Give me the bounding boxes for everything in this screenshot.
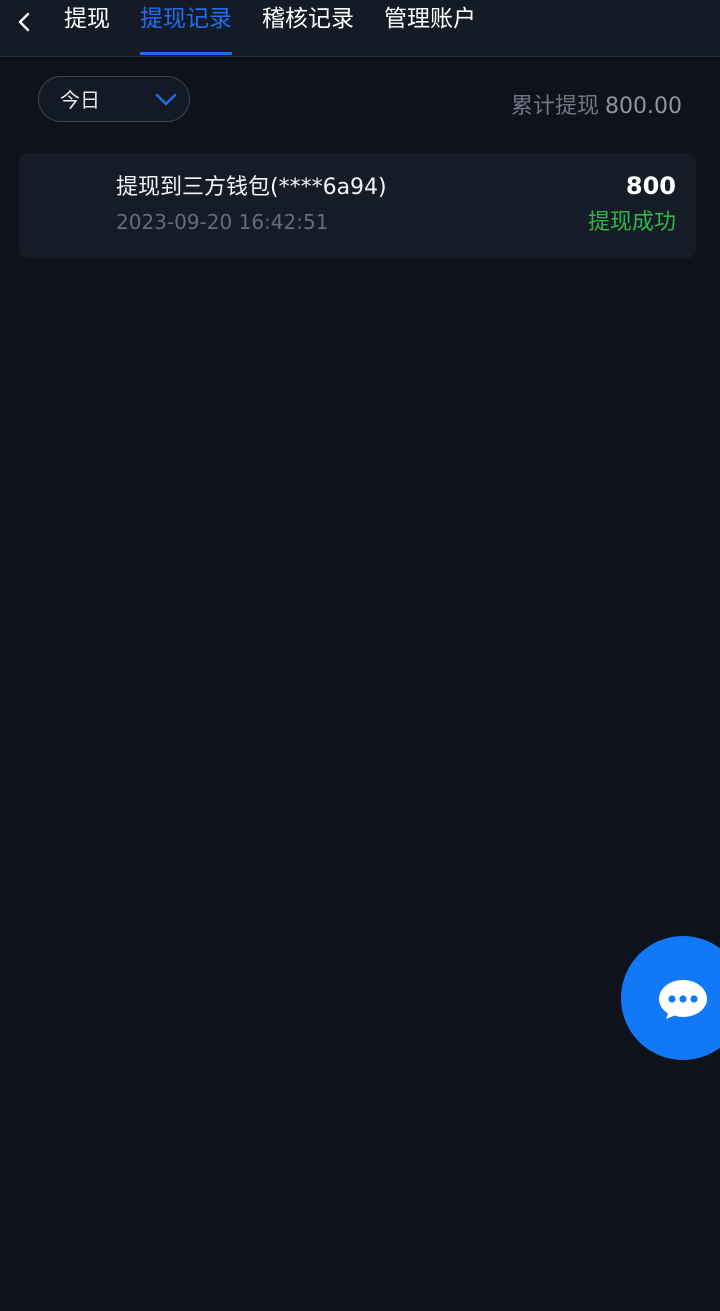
- chevron-left-icon: [18, 12, 30, 32]
- tab-manage-accounts[interactable]: 管理账户: [384, 0, 476, 56]
- top-nav-bar: 提现 提现记录 稽核记录 管理账户: [0, 0, 720, 57]
- total-withdrawn-value: 800.00: [605, 94, 682, 119]
- tab-bar: 提现 提现记录 稽核记录 管理账户: [64, 0, 506, 56]
- record-title: 提现到三方钱包(****6a94): [116, 175, 387, 200]
- tab-audit-records[interactable]: 稽核记录: [262, 0, 354, 56]
- total-withdrawn: 累计提现 800.00: [511, 94, 682, 120]
- tab-withdraw-records[interactable]: 提现记录: [140, 0, 232, 56]
- chevron-down-icon: [155, 93, 177, 106]
- date-filter-select[interactable]: 今日: [38, 76, 190, 122]
- record-amount: 800: [625, 172, 676, 200]
- record-timestamp: 2023-09-20 16:42:51: [116, 210, 329, 234]
- customer-service-button[interactable]: [621, 936, 720, 1060]
- list-item[interactable]: 提现到三方钱包(****6a94) 2023-09-20 16:42:51 80…: [19, 153, 696, 258]
- chat-bubble-icon: [659, 980, 707, 1019]
- withdrawal-records-page: 提现 提现记录 稽核记录 管理账户 今日 累计提现 800.00 提现到三方钱包(…: [0, 0, 720, 1311]
- total-withdrawn-label: 累计提现: [511, 94, 600, 119]
- back-button[interactable]: [10, 8, 38, 36]
- date-filter-value: 今日: [60, 88, 100, 112]
- status-badge: 提现成功: [587, 210, 676, 235]
- tab-withdraw[interactable]: 提现: [64, 0, 110, 56]
